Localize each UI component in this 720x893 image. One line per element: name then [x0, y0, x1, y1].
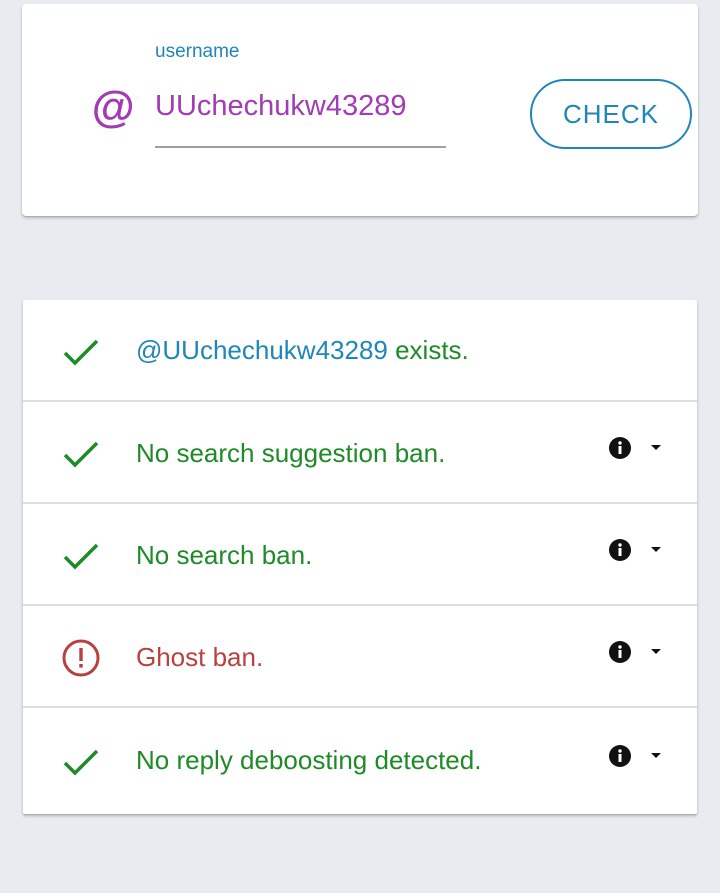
alert-circle-icon: [62, 639, 100, 677]
username-form-card: @ username CHECK: [22, 4, 698, 216]
caret-down-icon[interactable]: [650, 648, 662, 656]
check-icon: [63, 749, 99, 776]
result-row-reply[interactable]: No reply deboosting detected.: [23, 708, 697, 814]
check-button[interactable]: CHECK: [530, 79, 692, 149]
info-icon[interactable]: [609, 437, 631, 459]
caret-down-icon[interactable]: [650, 752, 662, 760]
check-icon: [63, 441, 99, 468]
result-text-ghost: Ghost ban.: [136, 642, 264, 672]
username-mention[interactable]: @UUchechukw43289: [136, 335, 388, 365]
check-icon: [63, 339, 99, 366]
result-text-exists: @UUchechukw43289 exists.: [136, 335, 469, 366]
result-row-search[interactable]: No search ban.: [23, 504, 697, 606]
caret-down-icon[interactable]: [650, 546, 662, 554]
result-text-reply: No reply deboosting detected.: [136, 745, 482, 775]
result-row-ghost[interactable]: Ghost ban.: [23, 606, 697, 708]
info-icon[interactable]: [609, 641, 631, 663]
result-text-search: No search ban.: [136, 540, 313, 570]
info-icon[interactable]: [609, 745, 631, 767]
username-underline: [155, 146, 446, 148]
result-text-search-suggestion: No search suggestion ban.: [136, 438, 446, 468]
at-icon: @: [91, 83, 134, 132]
info-icon[interactable]: [609, 539, 631, 561]
result-row-search-suggestion[interactable]: No search suggestion ban.: [23, 402, 697, 504]
username-input[interactable]: [155, 86, 445, 126]
result-row-exists: @UUchechukw43289 exists.: [23, 300, 697, 402]
exists-label: exists.: [387, 335, 469, 365]
check-icon: [63, 543, 99, 570]
caret-down-icon[interactable]: [650, 444, 662, 452]
results-card: @UUchechukw43289 exists. No search sugge…: [23, 300, 697, 814]
username-label: username: [155, 41, 240, 62]
